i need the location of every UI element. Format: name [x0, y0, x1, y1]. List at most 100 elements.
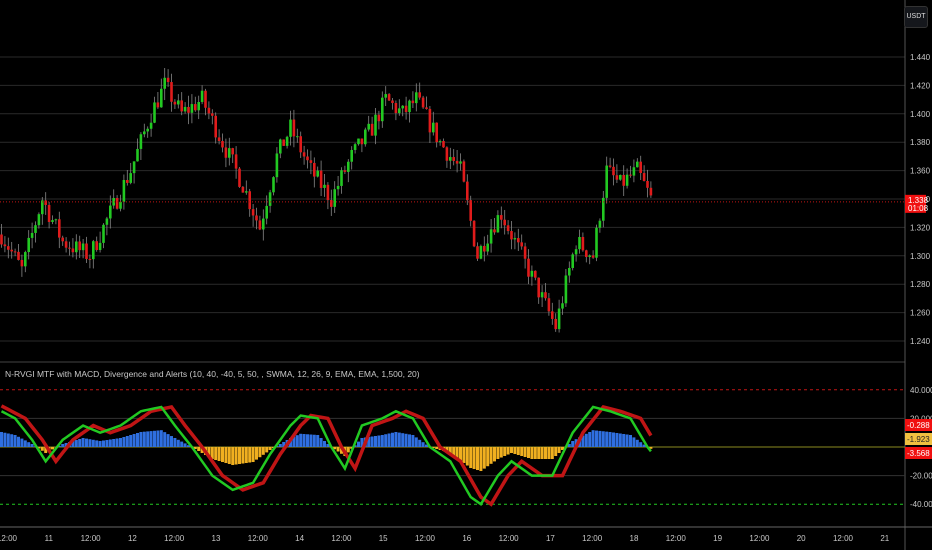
histogram-bar [23, 440, 27, 447]
candle-body [629, 174, 632, 176]
histogram-bar [27, 442, 31, 447]
histogram-bar [493, 447, 496, 462]
chart-container[interactable]: 1.4401.4201.4001.3801.3601.3401.3201.300… [0, 0, 932, 550]
candle-body [517, 238, 520, 243]
candle-body [625, 174, 629, 186]
candle-body [231, 148, 234, 155]
indicator-legend[interactable]: N-RVGI MTF with MACD, Divergence and Ale… [5, 369, 420, 379]
histogram-bar [520, 447, 524, 457]
candle-body [68, 247, 71, 249]
candle-body [544, 292, 547, 299]
candle-body [615, 175, 619, 180]
candle-body [415, 92, 418, 104]
candle-body [347, 161, 350, 172]
histogram-bar [503, 447, 507, 457]
candle-body [245, 191, 248, 193]
histogram-bar [544, 447, 547, 460]
histogram-bar [30, 443, 34, 447]
candle-body [183, 106, 187, 112]
histogram-bar [591, 430, 595, 447]
candle-body [588, 255, 591, 257]
histogram-bar [255, 447, 258, 460]
histogram-bar [397, 432, 401, 447]
histogram-bar [394, 431, 398, 447]
histogram-bar [268, 447, 272, 451]
time-tick-label: 14 [295, 534, 304, 543]
histogram-bar [462, 447, 466, 464]
histogram-bar [401, 433, 405, 447]
histogram-bar [469, 447, 473, 469]
histogram-bar [119, 437, 122, 447]
chart-canvas[interactable]: 1.4401.4201.4001.3801.3601.3401.3201.300… [0, 0, 932, 550]
histogram-bar [20, 438, 24, 447]
histogram-bar [537, 447, 541, 460]
candle-body [564, 275, 568, 304]
candle-body [401, 105, 404, 109]
candle-body [319, 170, 323, 188]
candle-body [370, 123, 374, 136]
histogram-bar [3, 432, 7, 447]
candle-body [316, 170, 319, 177]
time-tick-label: 12:00 [81, 534, 102, 543]
histogram-bar [142, 431, 146, 447]
candle-body [85, 243, 88, 259]
histogram-bar [550, 447, 554, 460]
candle-body [585, 250, 588, 257]
osc-tick-label: -40.000 [910, 500, 932, 509]
candle-body [143, 131, 146, 135]
candle-body [180, 100, 183, 112]
candle-body [476, 246, 479, 259]
price-tick-label: 1.280 [910, 280, 931, 289]
candle-body [646, 180, 649, 188]
candle-body [619, 174, 622, 180]
candle-body [374, 114, 377, 136]
candle-body [462, 161, 466, 182]
histogram-bar [496, 447, 500, 460]
histogram-bar [108, 439, 112, 447]
candle-body [98, 242, 102, 250]
histogram-bar [605, 431, 609, 447]
histogram-bar [632, 437, 636, 447]
candle-body [54, 219, 58, 221]
candle-body [435, 122, 438, 143]
candle-body [285, 136, 289, 146]
histogram-bar [231, 447, 235, 466]
histogram-bar [146, 431, 150, 447]
histogram-bar [115, 438, 119, 447]
candle-body [384, 94, 387, 98]
candle-body [408, 100, 411, 113]
time-tick-label: 17 [546, 534, 555, 543]
price-tick-label: 1.240 [910, 337, 931, 346]
histogram-bar [571, 440, 575, 447]
candle-body [391, 100, 394, 104]
candle-body [554, 318, 557, 330]
osc-tick-label: -20.000 [910, 472, 932, 481]
candle-body [173, 101, 177, 105]
candle-body [37, 214, 41, 226]
currency-button[interactable]: USDT [904, 6, 928, 28]
histogram-bar [197, 447, 201, 452]
candle-body [540, 292, 544, 298]
candle-body [160, 88, 163, 108]
histogram-bar [486, 447, 490, 467]
candle-body [44, 200, 47, 205]
histogram-bar [74, 439, 78, 447]
histogram-bar [319, 437, 323, 447]
histogram-bar [125, 435, 129, 447]
candle-body [469, 200, 472, 221]
candle-body [34, 225, 37, 233]
candle-body [486, 243, 489, 252]
osc-tick-label: 40.000 [910, 386, 932, 395]
candle-body [197, 102, 200, 111]
histogram-bar [248, 447, 252, 463]
histogram-bar [251, 447, 255, 463]
histogram-bar [265, 447, 269, 453]
candle-body [343, 170, 347, 172]
histogram-bar [516, 447, 520, 456]
candle-body [421, 97, 425, 108]
candle-body [88, 258, 92, 260]
candle-body [238, 168, 241, 187]
histogram-bar [183, 443, 187, 447]
histogram-bar [139, 431, 143, 447]
candle-body [350, 149, 353, 162]
